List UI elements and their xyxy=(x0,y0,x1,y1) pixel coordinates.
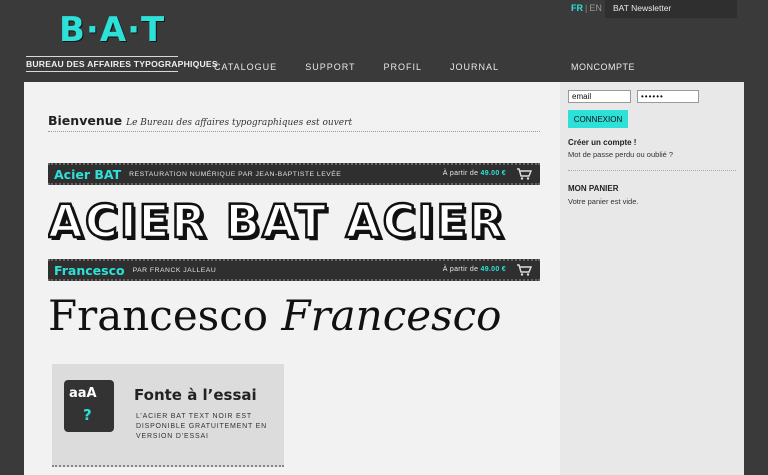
lang-en-link[interactable]: EN xyxy=(589,3,602,13)
font-name[interactable]: Acier BAT xyxy=(54,167,121,182)
specimen-regular: Francesco xyxy=(48,291,269,340)
lang-separator: | xyxy=(585,3,588,13)
newsletter-link[interactable]: BAT Newsletter xyxy=(605,0,737,18)
font-bar-acier[interactable]: Acier BAT RESTAURATION NUMÉRIQUE PAR JEA… xyxy=(48,163,540,185)
lang-fr-link[interactable]: FR xyxy=(571,3,583,13)
nav-support[interactable]: SUPPORT xyxy=(305,62,355,72)
trial-font-icon: aaA ? xyxy=(64,380,114,432)
font-price: À partir de 49.00 € xyxy=(443,266,506,273)
trial-title: Fonte à l’essai xyxy=(134,386,257,404)
specimen-italic: Francesco xyxy=(281,291,502,340)
font-price: À partir de 49.00 € xyxy=(443,170,506,177)
font-name[interactable]: Francesco xyxy=(54,263,125,278)
trial-font-box[interactable]: aaA ? Fonte à l’essai L’ACIER BAT TEXT N… xyxy=(52,364,284,467)
nav-profil[interactable]: PROFIL xyxy=(384,62,423,72)
specimen-acier[interactable]: ACIER BAT ACIER xyxy=(48,194,548,250)
cart-status: Votre panier est vide. xyxy=(568,197,639,206)
create-account-link[interactable]: Créer un compte ! xyxy=(568,138,636,147)
font-desc: RESTAURATION NUMÉRIQUE PAR JEAN-BAPTISTE… xyxy=(129,170,342,178)
price-value: 49.00 € xyxy=(480,266,506,273)
site-logo[interactable]: B·A·T BUREAU DES AFFAIRES TYPOGRAPHIQUES xyxy=(26,10,218,72)
cart-icon[interactable] xyxy=(516,168,532,180)
main-nav: CATALOGUE SUPPORT PROFIL JOURNAL xyxy=(214,62,527,72)
logo-tagline: BUREAU DES AFFAIRES TYPOGRAPHIQUES xyxy=(26,59,218,69)
price-label: À partir de xyxy=(442,170,479,177)
nav-catalogue[interactable]: CATALOGUE xyxy=(214,62,277,72)
login-form xyxy=(568,90,699,103)
cart-title: MON PANIER xyxy=(568,184,619,193)
main-content: Bienvenue Le Bureau des affaires typograp… xyxy=(24,82,560,475)
trial-divider xyxy=(52,465,284,467)
password-field[interactable] xyxy=(637,90,699,103)
trial-description: L’ACIER BAT TEXT NOIR EST DISPONIBLE GRA… xyxy=(136,413,268,440)
icon-glyphs: aaA xyxy=(69,386,97,401)
welcome-subtitle: Le Bureau des affaires typographiques es… xyxy=(126,118,353,128)
specimen-francesco[interactable]: Francesco Francesco xyxy=(48,285,548,347)
lost-password-link[interactable]: Mot de passe perdu ou oublié ? xyxy=(568,150,673,159)
price-value: 49.00 € xyxy=(480,170,506,177)
price-label: À partir de xyxy=(442,266,479,273)
logo-mark: B·A·T xyxy=(59,10,166,50)
welcome-title: Bienvenue xyxy=(48,113,123,128)
font-desc: PAR FRANCK JALLEAU xyxy=(132,266,217,274)
font-bar-francesco[interactable]: Francesco PAR FRANCK JALLEAU À partir de… xyxy=(48,259,540,281)
cart-icon[interactable] xyxy=(516,264,532,276)
logo-rule-top xyxy=(26,56,178,57)
sidebar-divider xyxy=(568,170,736,171)
icon-question: ? xyxy=(83,406,92,424)
welcome-heading: Bienvenue Le Bureau des affaires typograp… xyxy=(48,112,540,132)
nav-journal[interactable]: JOURNAL xyxy=(450,62,499,72)
nav-moncompte[interactable]: MONCOMPTE xyxy=(571,62,635,72)
login-button[interactable]: CONNEXION xyxy=(568,110,628,128)
sidebar: CONNEXION Créer un compte ! Mot de passe… xyxy=(560,82,744,475)
logo-rule-bottom xyxy=(26,71,178,72)
language-switcher: FR | EN xyxy=(571,3,602,13)
email-field[interactable] xyxy=(568,90,631,103)
